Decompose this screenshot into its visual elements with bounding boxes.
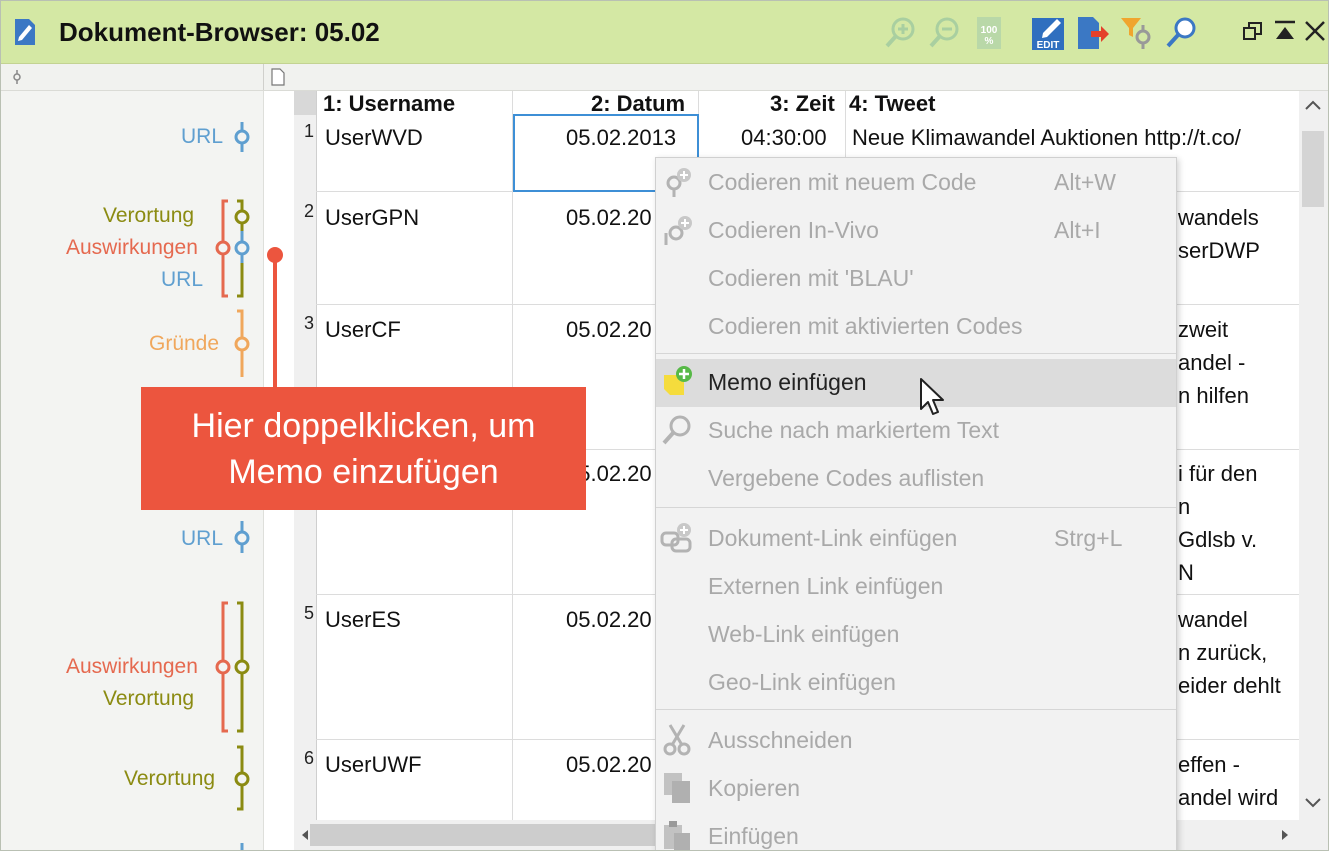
- scroll-right-icon[interactable]: [1280, 829, 1290, 841]
- cell-tweet[interactable]: andel wird: [1178, 785, 1278, 811]
- menu-item-copy[interactable]: Kopieren: [656, 765, 1176, 813]
- export-icon[interactable]: [1075, 15, 1111, 51]
- callout-connector: [273, 255, 277, 388]
- cell-username[interactable]: UserUWF: [325, 752, 422, 778]
- scroll-up-icon[interactable]: [1304, 99, 1322, 111]
- link-icon: [660, 523, 692, 553]
- window-title: Dokument-Browser: 05.02: [59, 17, 380, 47]
- row-number: 2: [304, 201, 315, 221]
- instruction-callout: Hier doppelklicken, um Memo einzufügen: [141, 387, 586, 510]
- vertical-scroll-thumb[interactable]: [1302, 131, 1324, 207]
- menu-item-code-invivo[interactable]: Codieren In-Vivo Alt+I: [656, 207, 1176, 255]
- document-column-icon: [271, 68, 285, 86]
- menu-item-code-new[interactable]: Codieren mit neuem Code Alt+W: [656, 159, 1176, 207]
- code-invivo-icon: [664, 216, 692, 245]
- cell-tweet[interactable]: n zurück,: [1178, 640, 1267, 666]
- pin-top-icon[interactable]: [1273, 19, 1297, 43]
- row-number: 6: [304, 748, 315, 768]
- cell-datum[interactable]: 05.02.20: [566, 607, 652, 633]
- mouse-cursor-icon: [920, 378, 944, 415]
- cell-username[interactable]: UserCF: [325, 317, 401, 343]
- cell-datum[interactable]: 05.02.20: [566, 752, 652, 778]
- cell-username[interactable]: UserES: [325, 607, 401, 633]
- cell-zeit[interactable]: 04:30:00: [741, 125, 827, 151]
- cell-tweet[interactable]: andel -: [1178, 350, 1245, 376]
- cell-tweet[interactable]: serDWP: [1178, 238, 1260, 264]
- context-menu: Codieren mit neuem Code Alt+W Codieren I…: [655, 157, 1177, 850]
- close-icon[interactable]: [1303, 19, 1327, 43]
- zoom-in-icon[interactable]: [883, 15, 919, 51]
- paste-icon: [664, 821, 690, 850]
- callout-line-2: Memo einzufügen: [228, 453, 499, 491]
- menu-item-paste[interactable]: Einfügen: [656, 813, 1176, 850]
- row-number: 1: [304, 121, 315, 141]
- cell-tweet[interactable]: Neue Klimawandel Auktionen http://t.co/: [852, 125, 1241, 151]
- zoom-100-icon[interactable]: 100 %: [973, 15, 1009, 51]
- cell-datum[interactable]: 05.02.20: [566, 317, 652, 343]
- row-number: 5: [304, 603, 315, 623]
- table-corner[interactable]: [294, 91, 316, 115]
- svg-text:100: 100: [981, 25, 998, 36]
- cell-tweet[interactable]: wandel: [1178, 607, 1248, 633]
- copy-icon: [664, 773, 690, 803]
- cell-datum[interactable]: 05.02.20: [566, 205, 652, 231]
- menu-item-search-selected[interactable]: Suche nach markiertem Text: [656, 407, 1176, 455]
- svg-text:%: %: [985, 36, 994, 47]
- cell-tweet[interactable]: effen -: [1178, 752, 1240, 778]
- menu-item-external-link[interactable]: Externen Link einfügen: [656, 563, 1176, 611]
- code-label-verortung[interactable]: Verortung: [103, 687, 194, 711]
- code-new-icon: [666, 168, 691, 197]
- column-header-bar: [1, 64, 1328, 91]
- search-icon[interactable]: [1163, 15, 1199, 51]
- cell-datum[interactable]: 05.02.2013: [566, 125, 676, 151]
- column-header-zeit[interactable]: 3: Zeit: [770, 91, 835, 117]
- edit-icon[interactable]: EDIT: [1031, 15, 1067, 51]
- cell-username[interactable]: UserWVD: [325, 125, 423, 151]
- callout-line-1: Hier doppelklicken, um: [191, 407, 536, 445]
- title-bar: Dokument-Browser: 05.02 100 % EDIT: [1, 1, 1328, 64]
- column-header-tweet[interactable]: 4: Tweet: [849, 91, 935, 117]
- cell-tweet[interactable]: wandels: [1178, 205, 1259, 231]
- menu-item-code-activated[interactable]: Codieren mit aktivierten Codes: [656, 303, 1176, 351]
- menu-item-cut[interactable]: Ausschneiden: [656, 717, 1176, 765]
- row-number: 3: [304, 313, 315, 333]
- code-column-icon: [13, 70, 21, 84]
- cell-username[interactable]: UserGPN: [325, 205, 419, 231]
- code-label-auswirkungen[interactable]: Auswirkungen: [66, 655, 198, 679]
- cell-tweet[interactable]: n: [1178, 494, 1190, 520]
- menu-item-code-blau[interactable]: Codieren mit 'BLAU': [656, 255, 1176, 303]
- column-header-username[interactable]: 1: Username: [323, 91, 455, 117]
- document-edit-icon: [15, 19, 35, 45]
- search-icon: [662, 415, 691, 445]
- cell-tweet[interactable]: eider dehlt: [1178, 673, 1281, 699]
- svg-text:EDIT: EDIT: [1037, 40, 1060, 51]
- menu-item-list-codes[interactable]: Vergebene Codes auflisten: [656, 455, 1176, 503]
- memo-add-icon: [664, 366, 692, 395]
- cell-tweet[interactable]: n hilfen: [1178, 383, 1249, 409]
- horizontal-scroll-thumb[interactable]: [310, 824, 670, 846]
- scissors-icon: [663, 724, 691, 756]
- cell-tweet[interactable]: N: [1178, 560, 1194, 586]
- scroll-down-icon[interactable]: [1304, 797, 1322, 809]
- document-browser-window: Dokument-Browser: 05.02 100 % EDIT URL V…: [0, 0, 1329, 851]
- menu-item-web-link[interactable]: Web-Link einfügen: [656, 611, 1176, 659]
- cell-tweet[interactable]: Gdlsb v.: [1178, 527, 1257, 553]
- filter-code-icon[interactable]: [1119, 15, 1155, 51]
- code-label-verortung[interactable]: Verortung: [103, 204, 194, 228]
- restore-icon[interactable]: [1241, 19, 1265, 43]
- zoom-out-icon[interactable]: [927, 15, 963, 51]
- code-label-auswirkungen[interactable]: Auswirkungen: [66, 236, 198, 260]
- cell-tweet[interactable]: zweit: [1178, 317, 1228, 343]
- menu-item-document-link[interactable]: Dokument-Link einfügen Strg+L: [656, 515, 1176, 563]
- scroll-left-icon[interactable]: [300, 829, 310, 841]
- cell-tweet[interactable]: i für den: [1178, 461, 1258, 487]
- code-label-url[interactable]: URL: [161, 268, 203, 292]
- menu-item-memo-insert[interactable]: Memo einfügen: [656, 359, 1176, 407]
- menu-item-geo-link[interactable]: Geo-Link einfügen: [656, 659, 1176, 707]
